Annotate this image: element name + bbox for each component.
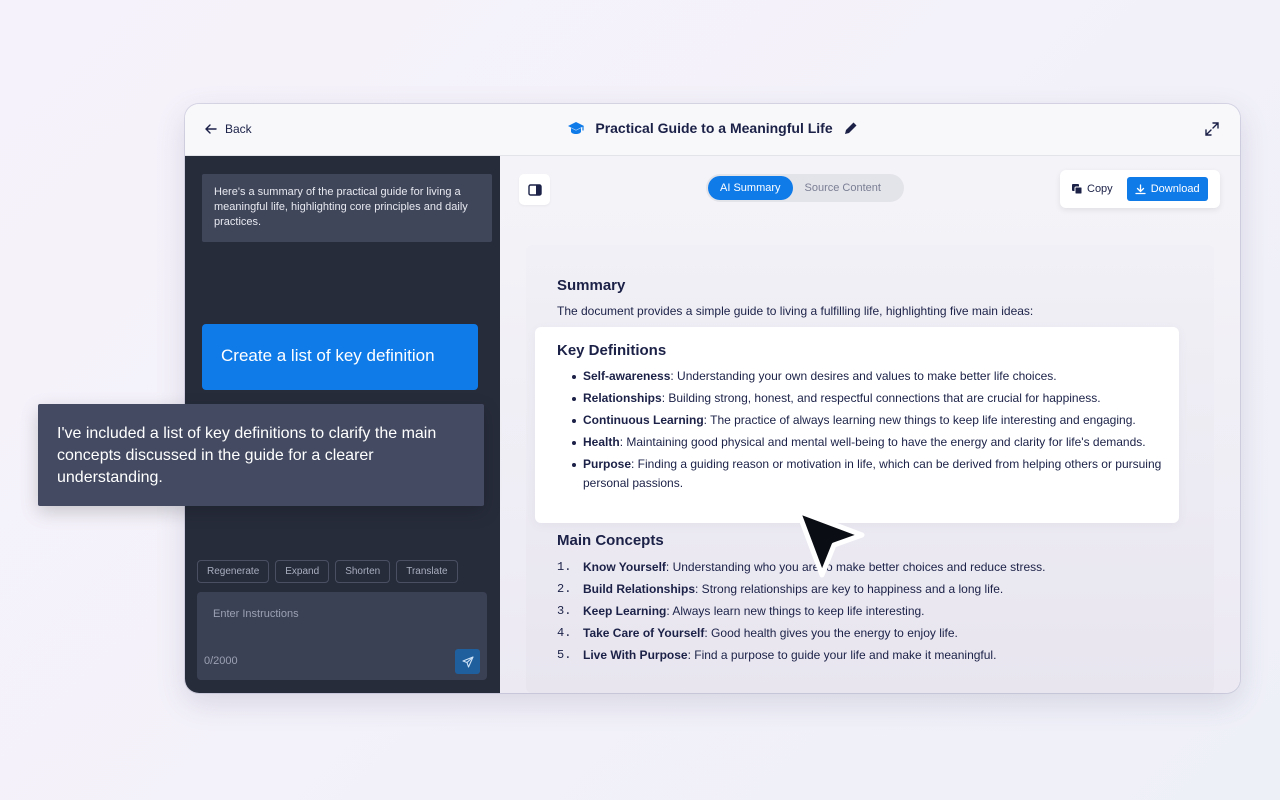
download-button[interactable]: Download	[1126, 177, 1208, 201]
list-item: Purpose: Finding a guiding reason or mot…	[572, 455, 1173, 493]
ai-message: Here's a summary of the practical guide …	[202, 174, 492, 242]
concept-term: Take Care of Yourself	[583, 626, 705, 640]
definition-term: Purpose	[583, 457, 632, 471]
ai-response-tooltip: I've included a list of key definitions …	[38, 404, 484, 506]
definition-term: Health	[583, 435, 620, 449]
concept-term: Build Relationships	[583, 582, 696, 596]
copy-label: Copy	[1087, 183, 1113, 195]
main-content: AI Summary Source Content Copy Download …	[500, 156, 1240, 693]
list-item: 1. Know Yourself: Understanding who you a…	[557, 558, 1197, 577]
app-window: Back Practical Guide to a Meaningful Lif…	[185, 104, 1240, 693]
key-definitions-list: Self-awareness: Understanding your own d…	[572, 367, 1173, 496]
key-definitions-card: Key Definitions Self-awareness: Understa…	[535, 327, 1179, 523]
summary-document: Summary The document provides a simple g…	[526, 245, 1214, 693]
top-bar: Back Practical Guide to a Meaningful Lif…	[185, 104, 1240, 156]
user-message: Create a list of key definition	[202, 324, 478, 390]
send-icon	[461, 655, 474, 668]
list-item: 5. Live With Purpose: Find a purpose to g…	[557, 646, 1197, 665]
download-label: Download	[1150, 183, 1200, 195]
definition-term: Self-awareness	[583, 369, 671, 383]
concept-term: Know Yourself	[583, 560, 666, 574]
list-item: 4. Take Care of Yourself: Good health giv…	[557, 624, 1197, 643]
regenerate-button[interactable]: Regenerate	[197, 560, 270, 583]
list-item: 2. Build Relationships: Strong relationsh…	[557, 580, 1197, 599]
main-concepts-list: 1. Know Yourself: Understanding who you a…	[557, 558, 1197, 668]
doc-actions: Copy Download	[1060, 170, 1220, 208]
summary-heading: Summary	[557, 277, 626, 294]
char-counter: 0/2000	[204, 655, 238, 667]
copy-icon	[1072, 184, 1083, 195]
expand-button[interactable]	[1204, 121, 1220, 142]
input-placeholder: Enter Instructions	[213, 608, 299, 620]
download-icon	[1135, 183, 1146, 194]
panel-toggle-button[interactable]	[519, 174, 550, 205]
list-item: Continuous Learning: The practice of alw…	[572, 411, 1173, 430]
summary-text: The document provides a simple guide to …	[557, 304, 1034, 318]
definition-text: : The practice of always learning new th…	[703, 413, 1136, 427]
list-number: 5.	[557, 648, 572, 662]
expand-text-button[interactable]: Expand	[275, 560, 330, 583]
panel-toggle-icon	[527, 183, 542, 196]
send-button[interactable]	[455, 649, 480, 674]
list-item: 3. Keep Learning: Always learn new things…	[557, 602, 1197, 621]
graduation-cap-icon	[568, 122, 585, 134]
mouse-pointer-icon	[795, 508, 865, 578]
concept-term: Keep Learning	[583, 604, 667, 618]
list-number: 2.	[557, 582, 572, 596]
expand-icon	[1205, 122, 1219, 136]
shorten-button[interactable]: Shorten	[335, 560, 391, 583]
quick-actions: Regenerate Expand Shorten Translate	[197, 560, 458, 583]
pencil-icon[interactable]	[843, 121, 858, 136]
copy-button[interactable]: Copy	[1071, 183, 1113, 195]
list-number: 4.	[557, 626, 572, 640]
definition-text: : Building strong, honest, and respectfu…	[661, 391, 1101, 405]
list-item: Relationships: Building strong, honest, …	[572, 389, 1173, 408]
definition-term: Continuous Learning	[583, 413, 704, 427]
concept-text: : Find a purpose to guide your life and …	[687, 648, 997, 662]
instructions-input[interactable]: Enter Instructions 0/2000	[197, 592, 487, 680]
concept-term: Live With Purpose	[583, 648, 688, 662]
list-item: Self-awareness: Understanding your own d…	[572, 367, 1173, 386]
view-tabs: AI Summary Source Content	[706, 174, 904, 202]
page-title: Practical Guide to a Meaningful Life	[595, 120, 833, 136]
list-item: Health: Maintaining good physical and me…	[572, 433, 1173, 452]
concept-text: : Good health gives you the energy to en…	[704, 626, 958, 640]
translate-button[interactable]: Translate	[396, 560, 458, 583]
page-title-group: Practical Guide to a Meaningful Life	[185, 120, 1240, 136]
list-number: 1.	[557, 560, 572, 574]
definition-term: Relationships	[583, 391, 662, 405]
concept-text: : Always learn new things to keep life i…	[666, 604, 925, 618]
definition-text: : Finding a guiding reason or motivation…	[583, 457, 1162, 490]
definition-text: : Understanding your own desires and val…	[670, 369, 1057, 383]
definition-text: : Maintaining good physical and mental w…	[619, 435, 1146, 449]
tab-source-content[interactable]: Source Content	[793, 176, 893, 200]
main-concepts-heading: Main Concepts	[557, 532, 664, 549]
tab-ai-summary[interactable]: AI Summary	[708, 176, 793, 200]
key-definitions-heading: Key Definitions	[557, 342, 667, 359]
list-number: 3.	[557, 604, 572, 618]
